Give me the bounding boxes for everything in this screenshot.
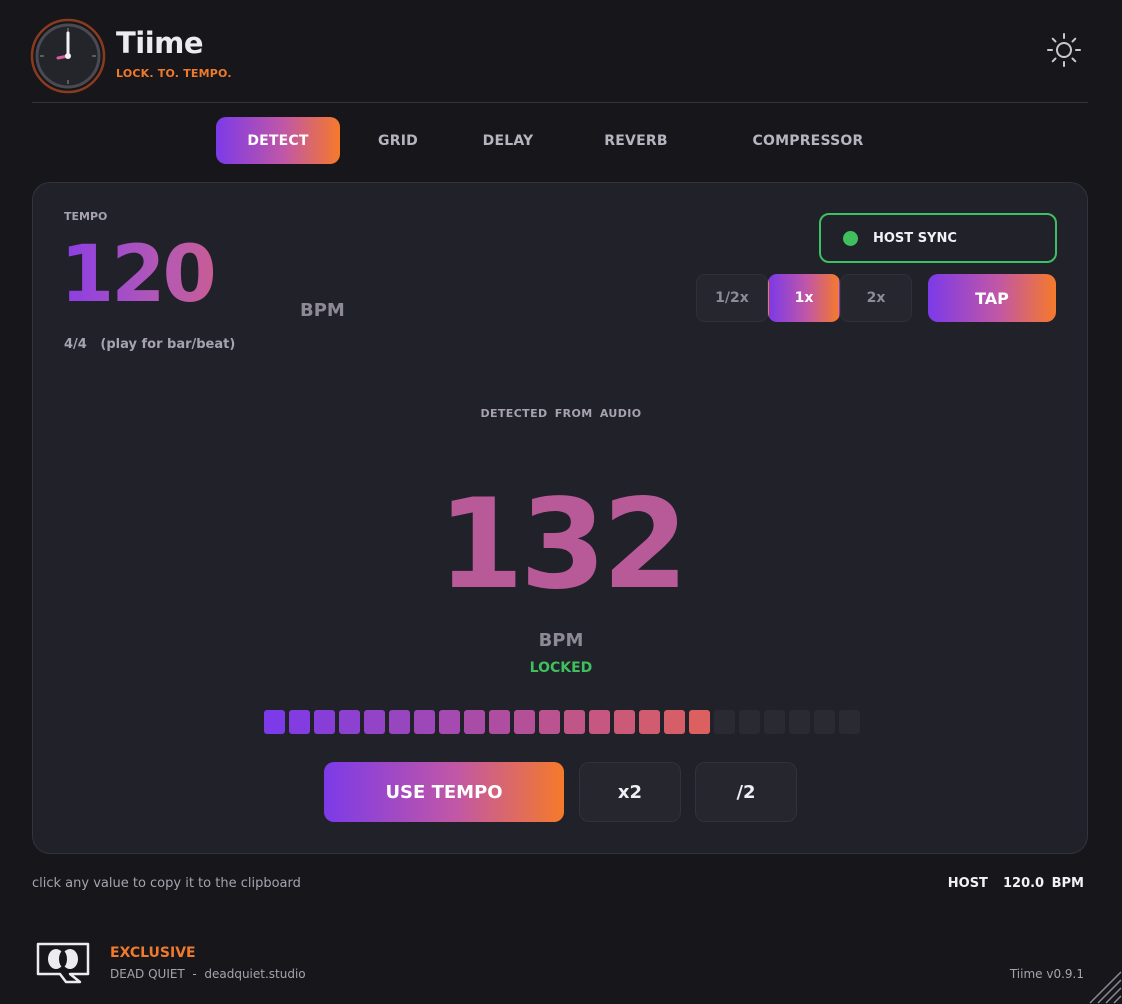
meter-segment [789, 710, 810, 734]
meter-segment [539, 710, 560, 734]
settings-button[interactable] [1044, 32, 1084, 72]
host-sync-label: HOST SYNC [873, 230, 957, 246]
lock-status: LOCKED [529, 660, 593, 676]
meter-segment [514, 710, 535, 734]
meter-segment [464, 710, 485, 734]
version-label: Tiime v0.9.1 [1009, 967, 1084, 981]
meter-segment [289, 710, 310, 734]
meter-segment [814, 710, 835, 734]
resize-grip-icon[interactable] [1084, 970, 1122, 1004]
tab-detect[interactable]: DETECT [216, 117, 340, 164]
tap-button[interactable]: TAP [928, 274, 1056, 322]
tempo-value[interactable]: 120 [60, 236, 217, 314]
detected-bpm-value[interactable]: 132 [0, 480, 1122, 610]
half-tempo-button[interactable]: /2 [695, 762, 797, 822]
meter-segment [664, 710, 685, 734]
meter-segment [489, 710, 510, 734]
confidence-meter [264, 710, 860, 734]
meter-segment [564, 710, 585, 734]
host-sync-toggle[interactable]: HOST SYNC [819, 213, 1057, 263]
multiplier-2x-button[interactable]: 2x [840, 274, 912, 322]
meter-segment [714, 710, 735, 734]
header-divider [32, 102, 1088, 103]
meter-segment [764, 710, 785, 734]
host-bpm-readout[interactable]: HOST 120.0 BPM [948, 876, 1084, 891]
app-title: Tiime [116, 26, 204, 60]
meter-segment [589, 710, 610, 734]
tab-compressor[interactable]: COMPRESSOR [738, 117, 878, 164]
clipboard-hint: click any value to copy it to the clipbo… [32, 876, 301, 891]
multiplier-half-button[interactable]: 1/2x [696, 274, 768, 322]
sun-icon [1046, 32, 1082, 72]
double-tempo-button[interactable]: x2 [579, 762, 681, 822]
brand-line[interactable]: DEAD QUIET - deadquiet.studio [110, 967, 306, 981]
meter-segment [739, 710, 760, 734]
sync-status-dot [843, 230, 858, 246]
meter-segment [839, 710, 860, 734]
meter-segment [389, 710, 410, 734]
meter-segment [439, 710, 460, 734]
tab-grid[interactable]: GRID [352, 117, 444, 164]
tab-reverb[interactable]: REVERB [580, 117, 692, 164]
dead-quiet-logo [36, 940, 92, 984]
clock-icon [30, 18, 106, 94]
app-tagline: LOCK. TO. TEMPO. [116, 67, 232, 80]
exclusive-badge: EXCLUSIVE [110, 945, 196, 961]
meter-segment [314, 710, 335, 734]
time-signature[interactable]: 4/4 (play for bar/beat) [64, 337, 235, 352]
detected-unit: BPM [538, 630, 584, 651]
tab-delay[interactable]: DELAY [462, 117, 554, 164]
meter-segment [339, 710, 360, 734]
use-tempo-button[interactable]: USE TEMPO [324, 762, 564, 822]
meter-segment [264, 710, 285, 734]
tempo-unit: BPM [300, 300, 345, 321]
meter-segment [414, 710, 435, 734]
detected-label: DETECTED FROM AUDIO [480, 407, 642, 420]
tempo-label: TEMPO [64, 210, 108, 223]
meter-segment [614, 710, 635, 734]
meter-segment [639, 710, 660, 734]
meter-segment [364, 710, 385, 734]
meter-segment [689, 710, 710, 734]
multiplier-1x-button[interactable]: 1x [768, 274, 840, 322]
